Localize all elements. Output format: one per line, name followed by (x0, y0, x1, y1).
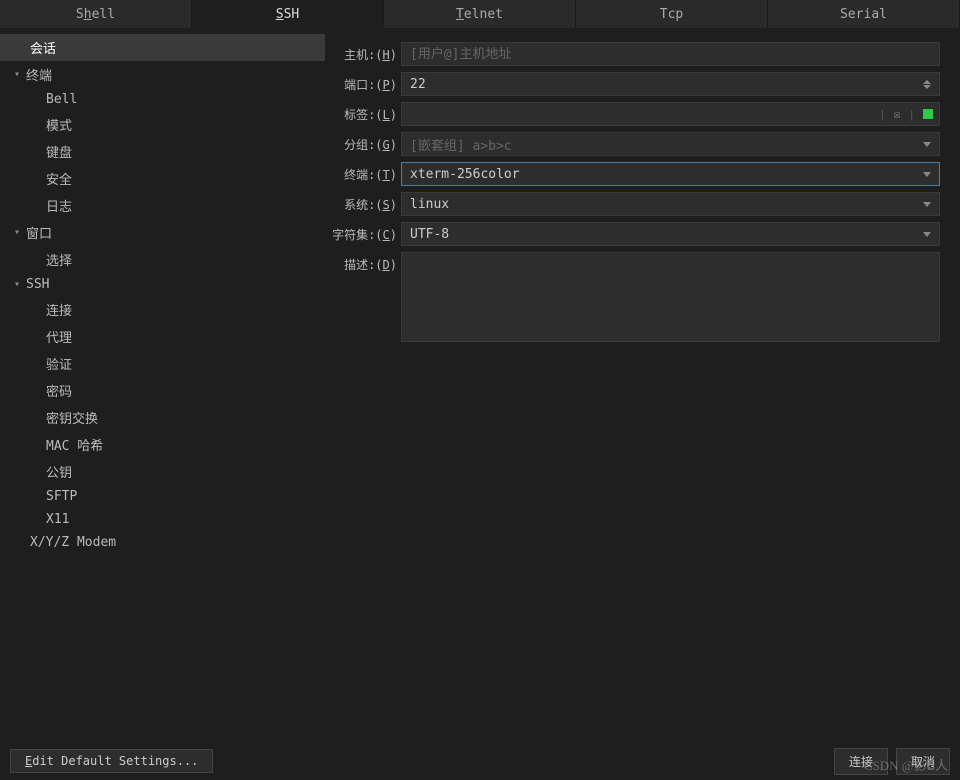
tag-clear-icon[interactable]: ☒ (894, 108, 901, 121)
tree-item-terminal[interactable]: ▾终端 (0, 61, 325, 88)
tree-item-xyzmodem[interactable]: X/Y/Z Modem (0, 531, 325, 554)
tab-shell[interactable]: Shell (0, 0, 192, 28)
charset-label: 字符集:(C) (331, 226, 401, 243)
port-label: 端口:(P) (331, 76, 401, 93)
chevron-down-icon (923, 202, 931, 207)
group-label: 分组:(G) (331, 136, 401, 153)
host-label: 主机:(H) (331, 46, 401, 63)
cancel-button[interactable]: 取消 (896, 748, 950, 775)
tree-item-kex[interactable]: 密钥交换 (0, 404, 325, 431)
charset-value: UTF-8 (410, 227, 449, 242)
tree-item-session[interactable]: 会话 (0, 34, 325, 61)
tree-label: SSH (26, 277, 49, 292)
edit-defaults-button[interactable]: Edit Default Settings... (10, 749, 213, 773)
tree-item-log[interactable]: 日志 (0, 192, 325, 219)
chevron-down-icon: ▾ (14, 279, 26, 290)
tree-item-x11[interactable]: X11 (0, 508, 325, 531)
chevron-down-icon (923, 172, 931, 177)
host-input[interactable] (401, 42, 940, 66)
port-input[interactable]: 22 (401, 72, 940, 96)
tag-label: 标签:(L) (331, 106, 401, 123)
tree-label: 终端 (26, 65, 52, 84)
charset-select[interactable]: UTF-8 (401, 222, 940, 246)
tree-item-mac-hash[interactable]: MAC 哈希 (0, 431, 325, 458)
chevron-down-icon (923, 142, 931, 147)
chevron-down-icon (923, 232, 931, 237)
group-input[interactable]: [嵌套组] a>b>c (401, 132, 940, 156)
tab-tcp[interactable]: Tcp (576, 0, 768, 28)
tree-item-bell[interactable]: Bell (0, 88, 325, 111)
tab-telnet[interactable]: Telnet (384, 0, 576, 28)
tree-item-connection[interactable]: 连接 (0, 296, 325, 323)
group-placeholder: [嵌套组] a>b>c (410, 135, 512, 154)
tree-item-sftp[interactable]: SFTP (0, 485, 325, 508)
tab-ssh[interactable]: SSH (192, 0, 384, 28)
tree-item-password[interactable]: 密码 (0, 377, 325, 404)
separator-icon: | (879, 108, 886, 121)
spinner-arrows-icon[interactable] (923, 80, 931, 89)
tree-label: 窗口 (26, 223, 52, 242)
system-select[interactable]: linux (401, 192, 940, 216)
tree-item-window[interactable]: ▾窗口 (0, 219, 325, 246)
terminal-select[interactable]: xterm-256color (401, 162, 940, 186)
tree-item-security[interactable]: 安全 (0, 165, 325, 192)
description-label: 描述:(D) (331, 252, 401, 273)
settings-tree: 会话 ▾终端 Bell 模式 键盘 安全 日志 ▾窗口 选择 ▾SSH 连接 代… (0, 28, 325, 742)
port-value: 22 (410, 77, 426, 92)
connect-button[interactable]: 连接 (834, 748, 888, 775)
tree-item-pubkey[interactable]: 公钥 (0, 458, 325, 485)
session-form: 主机:(H) 端口:(P) 22 标签:(L) | ☒ | 分组 (325, 28, 960, 742)
tree-item-ssh[interactable]: ▾SSH (0, 273, 325, 296)
tree-item-proxy[interactable]: 代理 (0, 323, 325, 350)
tree-item-auth[interactable]: 验证 (0, 350, 325, 377)
description-input[interactable] (401, 252, 940, 342)
tag-input[interactable]: | ☒ | (401, 102, 940, 126)
separator-icon: | (908, 108, 915, 121)
footer: Edit Default Settings... 连接 取消 (0, 742, 960, 780)
tab-serial[interactable]: Serial (768, 0, 960, 28)
tree-item-mode[interactable]: 模式 (0, 111, 325, 138)
connection-type-tabs: Shell SSH Telnet Tcp Serial (0, 0, 960, 28)
system-label: 系统:(S) (331, 196, 401, 213)
terminal-label: 终端:(T) (331, 166, 401, 183)
tree-item-keyboard[interactable]: 键盘 (0, 138, 325, 165)
terminal-value: xterm-256color (410, 167, 520, 182)
chevron-down-icon: ▾ (14, 227, 26, 238)
tag-color-icon[interactable] (923, 109, 933, 119)
chevron-down-icon: ▾ (14, 69, 26, 80)
tree-item-selection[interactable]: 选择 (0, 246, 325, 273)
system-value: linux (410, 197, 449, 212)
